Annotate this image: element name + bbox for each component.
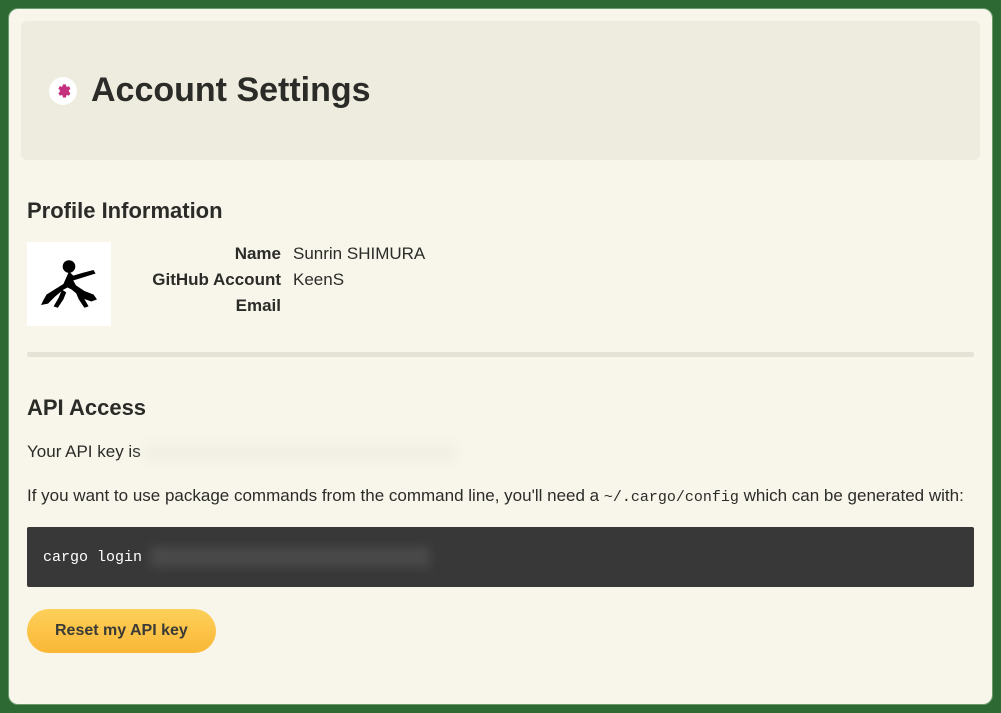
api-section-title: API Access bbox=[27, 395, 974, 421]
divider bbox=[27, 352, 974, 357]
profile-section-title: Profile Information bbox=[27, 198, 974, 224]
api-key-line: Your API key is bbox=[27, 439, 974, 465]
api-key-redacted bbox=[145, 445, 455, 461]
code-block: cargo login bbox=[27, 527, 974, 587]
profile-info-grid: Name Sunrin SHIMURA GitHub Account KeenS… bbox=[131, 242, 425, 316]
page-header: Account Settings bbox=[21, 21, 980, 160]
api-key-prefix: Your API key is bbox=[27, 442, 145, 461]
gear-icon bbox=[49, 77, 77, 105]
avatar bbox=[27, 242, 111, 326]
reset-api-key-button[interactable]: Reset my API key bbox=[27, 609, 216, 653]
api-explain-line: If you want to use package commands from… bbox=[27, 483, 974, 510]
page-title: Account Settings bbox=[91, 71, 371, 110]
email-label: Email bbox=[131, 296, 281, 316]
config-path-code: ~/.cargo/config bbox=[604, 489, 739, 506]
name-value: Sunrin SHIMURA bbox=[293, 244, 425, 264]
settings-card: Account Settings Profile Information Nam… bbox=[8, 8, 993, 705]
github-value: KeenS bbox=[293, 270, 425, 290]
content-area: Profile Information Name Sunrin SHIMURA … bbox=[9, 198, 992, 653]
name-label: Name bbox=[131, 244, 281, 264]
api-explain-prefix: If you want to use package commands from… bbox=[27, 486, 604, 505]
api-explain-suffix: which can be generated with: bbox=[739, 486, 964, 505]
code-command: cargo login bbox=[43, 549, 142, 566]
code-token-redacted bbox=[150, 547, 430, 567]
email-value bbox=[293, 296, 425, 316]
profile-row: Name Sunrin SHIMURA GitHub Account KeenS… bbox=[27, 242, 974, 326]
github-label: GitHub Account bbox=[131, 270, 281, 290]
